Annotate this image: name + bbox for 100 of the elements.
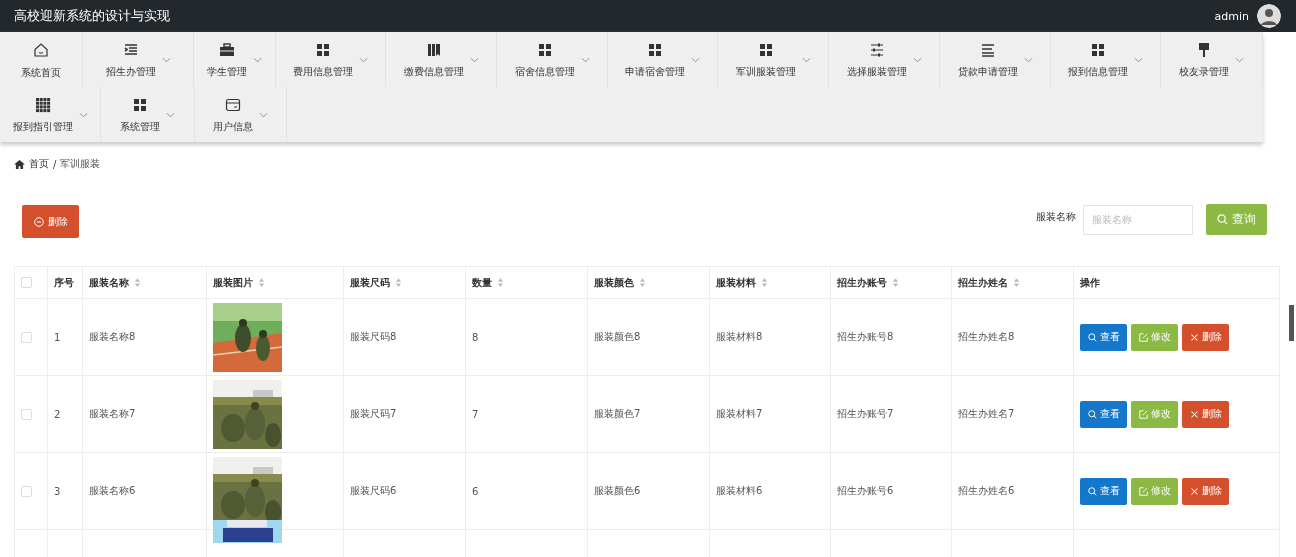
sort-icon xyxy=(892,278,899,287)
table-cell: 1 xyxy=(54,331,61,343)
grid-icon xyxy=(757,42,774,58)
table-cell: 招生办姓名8 xyxy=(958,331,1015,342)
sort-icon xyxy=(497,278,504,287)
avatar-icon[interactable] xyxy=(1257,4,1281,28)
sort-icon xyxy=(258,278,265,287)
view-button[interactable]: 查看 xyxy=(1080,323,1127,351)
table-cell: 招生办姓名6 xyxy=(958,485,1015,496)
nav-menu-item[interactable]: 校友录管理 xyxy=(1161,32,1263,87)
table-cell: 服装尺码6 xyxy=(350,485,397,496)
nav-menu-item[interactable]: 申请宿舍管理 xyxy=(608,32,718,87)
table-cell: 招生办姓名7 xyxy=(958,408,1015,419)
nav-menu-item[interactable]: 报到指引管理 xyxy=(0,87,101,142)
view-button[interactable]: 查看 xyxy=(1080,400,1127,428)
sort-icon xyxy=(134,278,141,287)
column-header: 序号 xyxy=(54,275,74,290)
column-header[interactable]: 服装图片 xyxy=(213,275,265,290)
table-cell: 服装名称8 xyxy=(89,331,136,342)
delete-button[interactable]: 删除 xyxy=(1182,477,1229,505)
nav-menu-item[interactable]: 用户信息 xyxy=(195,87,287,142)
select-all-checkbox[interactable] xyxy=(21,277,32,289)
sort-icon xyxy=(761,278,768,287)
sort-icon xyxy=(639,278,646,287)
home-icon xyxy=(33,41,49,58)
nav-menu-item[interactable]: 费用信息管理 xyxy=(276,32,386,87)
table-cell: 服装材料7 xyxy=(716,408,763,419)
breadcrumb-separator: / xyxy=(53,158,57,170)
chevron-down-icon xyxy=(1023,56,1033,63)
close-icon xyxy=(1189,409,1199,419)
table-cell: 服装尺码7 xyxy=(350,408,397,419)
column-header[interactable]: 服装名称 xyxy=(89,275,141,290)
grid-icon xyxy=(536,42,553,58)
grid-icon xyxy=(647,42,663,58)
chevron-down-icon xyxy=(359,56,368,63)
table-cell: 招生办账号7 xyxy=(837,408,894,419)
chevron-down-icon xyxy=(801,56,811,63)
breadcrumb-current: 军训服装 xyxy=(60,157,101,171)
nav-menu-item[interactable]: 贷款申请管理 xyxy=(940,32,1051,87)
lines-icon xyxy=(979,42,996,58)
grid9-icon xyxy=(34,97,51,113)
table-cell: 服装颜色7 xyxy=(594,408,641,419)
table-cell: 服装名称6 xyxy=(89,485,136,496)
column-header[interactable]: 服装尺码 xyxy=(350,275,402,290)
table-cell: 服装颜色6 xyxy=(594,485,641,496)
delete-button[interactable]: 删除 xyxy=(1182,400,1229,428)
grid-icon xyxy=(315,42,331,58)
edit-icon xyxy=(1138,332,1148,342)
edit-icon xyxy=(1138,409,1148,419)
nav-menu-item[interactable]: 选择服装管理 xyxy=(829,32,940,87)
grid-icon xyxy=(1090,42,1106,58)
chevron-down-icon xyxy=(469,56,479,63)
table-cell: 服装名称7 xyxy=(89,408,136,419)
list-icon xyxy=(122,42,139,58)
close-icon xyxy=(1189,486,1199,496)
column-header[interactable]: 服装颜色 xyxy=(594,275,646,290)
search-icon xyxy=(1087,332,1097,342)
breadcrumb-link[interactable]: 首页 xyxy=(29,157,49,171)
table-cell: 7 xyxy=(472,408,479,420)
nav-menu-item[interactable]: 系统首页 xyxy=(0,32,83,87)
nav-menu-item[interactable]: 宿舍信息管理 xyxy=(497,32,608,87)
table-cell: 6 xyxy=(472,485,479,497)
view-button[interactable]: 查看 xyxy=(1080,477,1127,505)
nav-menu-item[interactable]: 招生办管理 xyxy=(83,32,194,87)
search-icon xyxy=(1087,486,1097,496)
column-header[interactable]: 数量 xyxy=(472,275,504,290)
column-header[interactable]: 服装材料 xyxy=(716,275,768,290)
table-cell: 服装材料8 xyxy=(716,331,763,342)
search-icon xyxy=(1087,409,1097,419)
search-icon xyxy=(1217,214,1228,225)
table-cell: 8 xyxy=(472,331,479,343)
minus-circle-icon xyxy=(33,216,44,227)
nav-menu-item[interactable]: 军训服装管理 xyxy=(718,32,829,87)
sliders-icon xyxy=(868,42,885,58)
grid-icon xyxy=(132,97,148,113)
row-checkbox[interactable] xyxy=(21,408,32,420)
table-cell: 服装颜色8 xyxy=(594,331,641,342)
book-icon xyxy=(425,42,442,58)
search-field[interactable]: 服装名称 xyxy=(1083,204,1193,235)
chevron-down-icon xyxy=(912,56,922,63)
nav-menu-item[interactable]: 缴费信息管理 xyxy=(386,32,497,87)
sort-icon xyxy=(395,278,402,287)
row-checkbox[interactable] xyxy=(21,485,32,497)
table-cell: 2 xyxy=(54,408,61,420)
user-name[interactable]: admin xyxy=(1214,9,1249,23)
close-icon xyxy=(1189,332,1199,342)
delete-button[interactable]: 删除 xyxy=(22,205,79,238)
delete-button[interactable]: 删除 xyxy=(1182,323,1229,351)
chevron-down-icon xyxy=(259,111,268,118)
row-checkbox[interactable] xyxy=(21,331,32,343)
card-icon xyxy=(225,97,241,113)
case-icon xyxy=(219,42,235,58)
table-cell: 服装尺码8 xyxy=(350,331,397,342)
nav-menu-item[interactable]: 报到信息管理 xyxy=(1051,32,1161,87)
table-cell: 3 xyxy=(54,485,61,497)
table-cell: 服装材料6 xyxy=(716,485,763,496)
nav-menu-item[interactable]: 学生管理 xyxy=(194,32,276,87)
nav-menu-item[interactable]: 系统管理 xyxy=(101,87,195,142)
chevron-down-icon xyxy=(1134,56,1143,63)
chevron-down-icon xyxy=(691,56,700,63)
